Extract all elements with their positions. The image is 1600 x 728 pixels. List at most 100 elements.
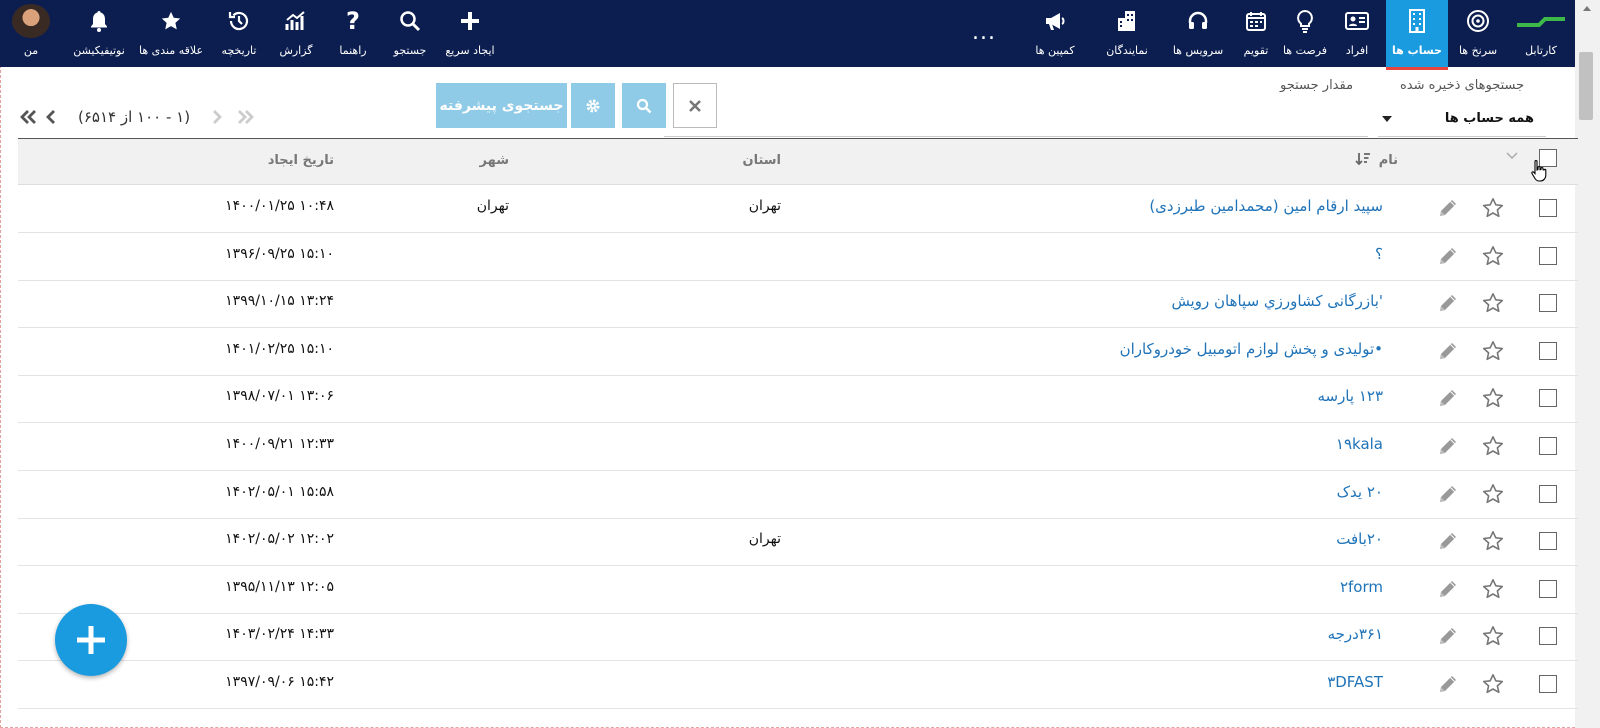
nav-service[interactable]: سرویس ها bbox=[1165, 0, 1231, 67]
table-row[interactable]: سپید ارقام امین (محمدامین طبرزدی) تهران ته… bbox=[18, 184, 1578, 233]
search-value-input[interactable] bbox=[664, 104, 1368, 137]
star-outline-icon[interactable] bbox=[1481, 529, 1505, 553]
star-outline-icon[interactable] bbox=[1481, 244, 1505, 268]
nav-search[interactable]: جستجو bbox=[385, 0, 435, 67]
nav-people[interactable]: افراد bbox=[1334, 0, 1380, 67]
hand-cursor-icon bbox=[1531, 160, 1547, 182]
nav-report[interactable]: گزارش bbox=[271, 0, 321, 67]
table-row[interactable]: ۲۰ یدک ۱۴۰۲/۰۵/۰۱ ۱۵:۵۸ bbox=[18, 470, 1578, 519]
star-outline-icon[interactable] bbox=[1481, 434, 1505, 458]
star-outline-icon[interactable] bbox=[1481, 196, 1505, 220]
table-row[interactable]: ۱۹kala ۱۴۰۰/۰۹/۲۱ ۱۲:۳۳ bbox=[18, 422, 1578, 471]
sort-icon[interactable] bbox=[1355, 151, 1371, 167]
nav-measures[interactable]: سرنخ ها bbox=[1450, 0, 1506, 67]
table-row[interactable]: ۲۰بافت تهران ۱۴۰۲/۰۵/۰۲ ۱۲:۰۲ bbox=[18, 517, 1578, 567]
advanced-search-button[interactable]: جستجوی پیشرفته bbox=[436, 83, 567, 128]
account-name-link[interactable]: ۱۲۳ پارسه bbox=[1317, 387, 1383, 405]
first-page-button[interactable] bbox=[234, 109, 256, 125]
row-checkbox[interactable] bbox=[1539, 579, 1557, 598]
nav-history-label: تاریخچه bbox=[221, 44, 257, 57]
nav-quick-create[interactable]: ایجاد سریع bbox=[440, 0, 500, 67]
column-header-city[interactable]: شهر bbox=[480, 153, 509, 168]
table-row[interactable]: ۱۲۳ پارسه ۱۳۹۸/۰۷/۰۱ ۱۳:۰۶ bbox=[18, 374, 1578, 424]
nav-agents[interactable]: نمایندگان bbox=[1094, 0, 1160, 67]
nav-accounts[interactable]: حساب ها bbox=[1386, 0, 1448, 70]
nav-help[interactable]: ? راهنما bbox=[328, 0, 378, 67]
row-checkbox[interactable] bbox=[1539, 341, 1557, 360]
row-checkbox[interactable] bbox=[1539, 484, 1557, 503]
row-checkbox[interactable] bbox=[1539, 437, 1557, 455]
star-outline-icon[interactable] bbox=[1481, 291, 1505, 315]
nav-kartable[interactable]: کارتابل bbox=[1510, 0, 1572, 67]
pencil-icon[interactable] bbox=[1437, 292, 1459, 314]
user-avatar bbox=[12, 4, 50, 38]
vertical-scrollbar[interactable] bbox=[1575, 0, 1600, 728]
nav-notifications[interactable]: نوتیفیکیشن bbox=[67, 0, 131, 67]
account-name-link[interactable]: سپید ارقام امین (محمدامین طبرزدی) bbox=[1149, 197, 1383, 215]
next-page-button[interactable] bbox=[40, 109, 62, 125]
pencil-icon[interactable] bbox=[1437, 197, 1459, 219]
table-row[interactable]: ۳۶۱درجه ۱۴۰۳/۰۲/۲۴ ۱۴:۳۳ bbox=[18, 612, 1578, 662]
row-checkbox[interactable] bbox=[1539, 294, 1557, 313]
star-outline-icon[interactable] bbox=[1481, 577, 1505, 601]
more-menu-button[interactable]: ... bbox=[972, 20, 996, 45]
star-outline-icon[interactable] bbox=[1481, 386, 1505, 410]
account-name-link[interactable]: ۲form bbox=[1340, 578, 1383, 596]
pencil-icon[interactable] bbox=[1437, 387, 1459, 409]
pencil-icon[interactable] bbox=[1437, 673, 1459, 695]
star-outline-icon[interactable] bbox=[1481, 339, 1505, 363]
row-checkbox[interactable] bbox=[1539, 389, 1557, 408]
star-outline-icon[interactable] bbox=[1481, 482, 1505, 506]
account-name-link[interactable]: ؟ bbox=[1375, 245, 1383, 263]
nav-history[interactable]: تاریخچه bbox=[212, 0, 266, 67]
account-name-link[interactable]: ۳۶۱درجه bbox=[1328, 625, 1383, 643]
account-name-link[interactable]: 'بازرگانی کشاورزي سپاهان رويش bbox=[1171, 292, 1383, 310]
row-checkbox[interactable] bbox=[1539, 199, 1557, 217]
account-name-link[interactable]: ۱۹kala bbox=[1336, 435, 1383, 453]
nav-opportunities[interactable]: فرصت ها bbox=[1277, 0, 1333, 67]
account-name-link[interactable]: •تولیدی و پخش لوازم اتومبیل خودروکاران bbox=[1120, 340, 1383, 358]
created-date-cell: ۱۴۰۲/۰۵/۰۱ ۱۵:۵۸ bbox=[225, 483, 334, 500]
column-header-province[interactable]: استان bbox=[742, 153, 781, 168]
column-header-created[interactable]: تاریخ ایجاد bbox=[268, 153, 334, 168]
star-outline-icon[interactable] bbox=[1481, 672, 1505, 696]
nav-people-label: افراد bbox=[1345, 44, 1369, 57]
last-page-button[interactable] bbox=[18, 109, 40, 125]
search-button[interactable] bbox=[622, 83, 666, 128]
row-checkbox[interactable] bbox=[1539, 246, 1557, 265]
scroll-thumb[interactable] bbox=[1579, 52, 1593, 120]
nav-campaigns[interactable]: کمپین ها bbox=[1023, 0, 1087, 67]
row-checkbox[interactable] bbox=[1539, 627, 1557, 646]
table-row[interactable]: ۲form ۱۳۹۵/۱۱/۱۳ ۱۲:۰۵ bbox=[18, 565, 1578, 614]
pencil-icon[interactable] bbox=[1437, 483, 1459, 505]
pencil-icon[interactable] bbox=[1437, 245, 1459, 267]
table-row[interactable]: •تولیدی و پخش لوازم اتومبیل خودروکاران ۱۴… bbox=[18, 327, 1578, 376]
account-name-link[interactable]: ۳DFAST bbox=[1327, 673, 1383, 691]
add-account-fab-button[interactable] bbox=[55, 604, 127, 676]
pencil-icon[interactable] bbox=[1437, 625, 1459, 647]
nav-calendar[interactable]: تقویم bbox=[1231, 0, 1281, 67]
table-row[interactable]: 'بازرگانی کشاورزي سپاهان رويش ۱۳۹۹/۱۰/۱۵ … bbox=[18, 279, 1578, 329]
nav-favorites[interactable]: علاقه مندی ها bbox=[134, 0, 208, 67]
account-name-link[interactable]: ۲۰ یدک bbox=[1337, 483, 1383, 501]
nav-quick-create-label: ایجاد سریع bbox=[445, 44, 495, 57]
pencil-icon[interactable] bbox=[1437, 340, 1459, 362]
account-name-link[interactable]: ۲۰بافت bbox=[1336, 530, 1383, 548]
star-outline-icon[interactable] bbox=[1481, 624, 1505, 648]
table-row[interactable]: ؟ ۱۳۹۶/۰۹/۲۵ ۱۵:۱۰ bbox=[18, 232, 1578, 281]
clear-search-button[interactable] bbox=[673, 83, 717, 128]
column-header-name[interactable]: نام bbox=[1379, 153, 1398, 168]
previous-page-button[interactable] bbox=[206, 109, 228, 125]
pencil-icon[interactable] bbox=[1437, 435, 1459, 457]
chevron-down-icon[interactable] bbox=[1506, 152, 1518, 160]
row-checkbox[interactable] bbox=[1539, 675, 1557, 693]
plus-icon bbox=[77, 626, 105, 654]
saved-searches-select[interactable]: همه حساب ها bbox=[1378, 106, 1546, 137]
search-settings-button[interactable] bbox=[571, 83, 615, 128]
row-checkbox[interactable] bbox=[1539, 532, 1557, 551]
pencil-icon[interactable] bbox=[1437, 578, 1459, 600]
scroll-up-arrow-icon[interactable] bbox=[1583, 6, 1591, 11]
table-row[interactable]: ۳DFAST ۱۳۹۷/۰۹/۰۶ ۱۵:۴۲ bbox=[18, 660, 1578, 709]
pencil-icon[interactable] bbox=[1437, 530, 1459, 552]
nav-me[interactable]: من bbox=[8, 0, 54, 67]
